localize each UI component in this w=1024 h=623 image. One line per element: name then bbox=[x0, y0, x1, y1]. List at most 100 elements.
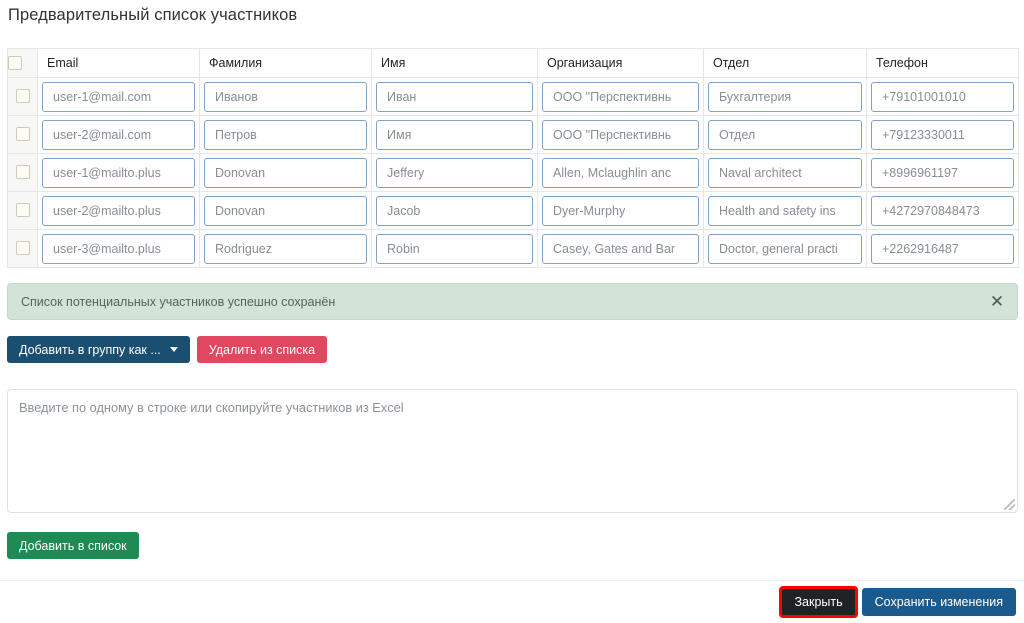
cell-organization: Casey, Gates and Bar bbox=[537, 229, 704, 268]
organization-field[interactable]: ООО "Перспективнь bbox=[542, 119, 699, 150]
cell-email: user-2@mailto.plus bbox=[37, 191, 200, 230]
row-checkbox[interactable] bbox=[15, 203, 30, 218]
email-field[interactable]: user-1@mail.com bbox=[42, 81, 195, 112]
email-field[interactable]: user-2@mailto.plus bbox=[42, 195, 195, 226]
row-select-cell bbox=[7, 191, 38, 230]
bulk-actions-toolbar: Добавить в группу как ... Удалить из спи… bbox=[7, 336, 328, 363]
column-header-surname: Фамилия bbox=[199, 48, 372, 78]
cell-department: Бухгалтерия bbox=[703, 77, 867, 116]
participants-table: Email Фамилия Имя Организация Отдел Теле… bbox=[7, 48, 1019, 268]
organization-field[interactable]: Allen, Mclaughlin anc bbox=[542, 157, 699, 188]
table-header: Email Фамилия Имя Организация Отдел Теле… bbox=[7, 48, 1019, 78]
cell-phone: +79123330011 bbox=[866, 115, 1019, 154]
name-field[interactable]: Иван bbox=[376, 81, 533, 112]
cell-department: Doctor, general practi bbox=[703, 229, 867, 268]
column-header-department: Отдел bbox=[703, 48, 867, 78]
cell-name: Robin bbox=[371, 229, 538, 268]
column-header-name: Имя bbox=[371, 48, 538, 78]
page-title: Предварительный список участников bbox=[8, 6, 298, 24]
table-row: user-2@mail.com Петров Имя ООО "Перспект… bbox=[7, 115, 1019, 154]
footer-divider bbox=[0, 580, 1024, 581]
select-all-checkbox[interactable] bbox=[8, 56, 22, 71]
cell-organization: ООО "Перспективнь bbox=[537, 115, 704, 154]
phone-field[interactable]: +4272970848473 bbox=[871, 195, 1014, 226]
bulk-participants-placeholder: Введите по одному в строке или скопируйт… bbox=[19, 400, 404, 415]
bulk-participants-textarea[interactable]: Введите по одному в строке или скопируйт… bbox=[7, 389, 1018, 513]
add-to-list-button[interactable]: Добавить в список bbox=[7, 532, 139, 559]
cell-name: Jeffery bbox=[371, 153, 538, 192]
cell-email: user-3@mailto.plus bbox=[37, 229, 200, 268]
row-select-cell bbox=[7, 153, 38, 192]
row-select-cell bbox=[7, 115, 38, 154]
remove-from-list-button[interactable]: Удалить из списка bbox=[196, 336, 328, 363]
cell-organization: ООО "Перспективнь bbox=[537, 77, 704, 116]
row-checkbox[interactable] bbox=[15, 127, 30, 142]
column-header-organization: Организация bbox=[537, 48, 704, 78]
email-field[interactable]: user-3@mailto.plus bbox=[42, 233, 195, 264]
cell-department: Отдел bbox=[703, 115, 867, 154]
row-select-cell bbox=[7, 77, 38, 116]
surname-field[interactable]: Иванов bbox=[204, 81, 367, 112]
cell-surname: Donovan bbox=[199, 153, 372, 192]
cell-name: Jacob bbox=[371, 191, 538, 230]
add-to-group-dropdown-button[interactable]: Добавить в группу как ... bbox=[7, 336, 190, 363]
department-field[interactable]: Naval architect bbox=[708, 157, 862, 188]
name-field[interactable]: Jeffery bbox=[376, 157, 533, 188]
phone-field[interactable]: +79101001010 bbox=[871, 81, 1014, 112]
cell-name: Иван bbox=[371, 77, 538, 116]
name-field[interactable]: Jacob bbox=[376, 195, 533, 226]
email-field[interactable]: user-1@mailto.plus bbox=[42, 157, 195, 188]
table-row: user-3@mailto.plus Rodriguez Robin Casey… bbox=[7, 229, 1019, 268]
name-field[interactable]: Robin bbox=[376, 233, 533, 264]
surname-field[interactable]: Петров bbox=[204, 119, 367, 150]
phone-field[interactable]: +2262916487 bbox=[871, 233, 1014, 264]
participants-table-container: Email Фамилия Имя Организация Отдел Теле… bbox=[7, 48, 1019, 268]
table-header-row: Email Фамилия Имя Организация Отдел Теле… bbox=[7, 48, 1019, 78]
table-row: user-2@mailto.plus Donovan Jacob Dyer-Mu… bbox=[7, 191, 1019, 230]
cell-organization: Dyer-Murphy bbox=[537, 191, 704, 230]
cell-surname: Rodriguez bbox=[199, 229, 372, 268]
participants-preliminary-list-page: Предварительный список участников Email … bbox=[0, 0, 1024, 623]
department-field[interactable]: Бухгалтерия bbox=[708, 81, 862, 112]
phone-field[interactable]: +79123330011 bbox=[871, 119, 1014, 150]
organization-field[interactable]: Dyer-Murphy bbox=[542, 195, 699, 226]
table-body: user-1@mail.com Иванов Иван ООО "Перспек… bbox=[7, 77, 1019, 268]
chevron-down-icon bbox=[169, 347, 178, 352]
department-field[interactable]: Doctor, general practi bbox=[708, 233, 862, 264]
row-checkbox[interactable] bbox=[15, 165, 30, 180]
select-all-header-cell bbox=[7, 48, 38, 78]
surname-field[interactable]: Donovan bbox=[204, 157, 367, 188]
cell-department: Health and safety ins bbox=[703, 191, 867, 230]
table-row: user-1@mail.com Иванов Иван ООО "Перспек… bbox=[7, 77, 1019, 116]
row-checkbox[interactable] bbox=[15, 89, 30, 104]
cell-name: Имя bbox=[371, 115, 538, 154]
phone-field[interactable]: +8996961197 bbox=[871, 157, 1014, 188]
name-field[interactable]: Имя bbox=[376, 119, 533, 150]
cell-surname: Donovan bbox=[199, 191, 372, 230]
column-header-phone: Телефон bbox=[866, 48, 1019, 78]
save-changes-button[interactable]: Сохранить изменения bbox=[861, 588, 1016, 616]
column-header-email: Email bbox=[37, 48, 200, 78]
success-alert: Список потенциальных участников успешно … bbox=[7, 283, 1018, 320]
close-x-icon[interactable]: ✕ bbox=[977, 284, 1017, 319]
row-checkbox[interactable] bbox=[15, 241, 30, 256]
table-row: user-1@mailto.plus Donovan Jeffery Allen… bbox=[7, 153, 1019, 192]
cell-phone: +79101001010 bbox=[866, 77, 1019, 116]
cell-phone: +8996961197 bbox=[866, 153, 1019, 192]
cell-organization: Allen, Mclaughlin anc bbox=[537, 153, 704, 192]
alert-message: Список потенциальных участников успешно … bbox=[21, 294, 336, 309]
add-to-group-label: Добавить в группу как ... bbox=[19, 342, 161, 357]
cell-email: user-1@mailto.plus bbox=[37, 153, 200, 192]
surname-field[interactable]: Rodriguez bbox=[204, 233, 367, 264]
row-select-cell bbox=[7, 229, 38, 268]
organization-field[interactable]: Casey, Gates and Bar bbox=[542, 233, 699, 264]
textarea-resize-handle[interactable] bbox=[1004, 499, 1015, 510]
email-field[interactable]: user-2@mail.com bbox=[42, 119, 195, 150]
organization-field[interactable]: ООО "Перспективнь bbox=[542, 81, 699, 112]
department-field[interactable]: Отдел bbox=[708, 119, 862, 150]
cell-surname: Петров bbox=[199, 115, 372, 154]
close-button[interactable]: Закрыть bbox=[779, 586, 858, 618]
department-field[interactable]: Health and safety ins bbox=[708, 195, 862, 226]
surname-field[interactable]: Donovan bbox=[204, 195, 367, 226]
cell-phone: +4272970848473 bbox=[866, 191, 1019, 230]
